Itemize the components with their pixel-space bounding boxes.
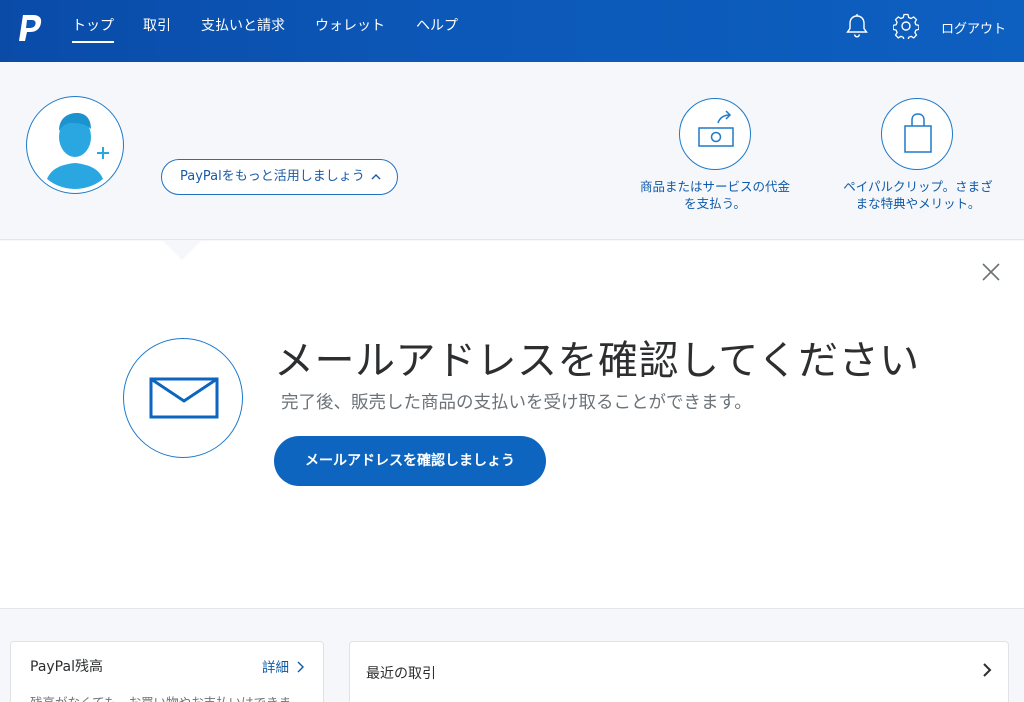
pay-for-goods-button[interactable]: [679, 98, 751, 170]
pay-for-goods-label-line2: を支払う。: [684, 196, 746, 211]
confirm-email-headline: メールアドレスを確認してください: [274, 338, 920, 384]
envelope-icon: [149, 377, 219, 419]
promo-button[interactable]: PayPalをもっと活用しましょう: [161, 159, 398, 195]
recent-transactions-panel[interactable]: [349, 641, 1009, 702]
paypal-clip-label-line2: まな特典やメリット。: [855, 196, 981, 211]
close-icon[interactable]: [980, 261, 1002, 283]
balance-panel-text: 残高がなくても、お買い物やお支払いはできま...: [30, 692, 303, 702]
bell-icon[interactable]: [845, 13, 869, 39]
promo-button-label: PayPalをもっと活用しましょう: [180, 169, 365, 184]
logout-link[interactable]: ログアウト: [941, 18, 1006, 37]
nav-tab-transactions[interactable]: 取引: [143, 17, 171, 35]
gear-icon[interactable]: [893, 13, 919, 39]
paypal-clip-label-line1: ペイパルクリップ。さまざ: [843, 179, 993, 194]
plus-icon: [97, 147, 109, 159]
email-envelope-badge: [123, 338, 243, 458]
header-band: [0, 62, 1024, 240]
confirm-email-button[interactable]: メールアドレスを確認しましょう: [274, 436, 546, 486]
shopping-bag-icon: [904, 113, 932, 153]
top-nav: トップ 取引 支払いと請求 ウォレット ヘルプ ログアウト: [0, 0, 1024, 62]
chevron-up-icon: [371, 174, 381, 180]
chevron-right-icon: [297, 661, 305, 673]
card-pointer: [162, 240, 202, 260]
recent-transactions-title: 最近の取引: [366, 666, 436, 682]
paypal-clip-button[interactable]: [881, 98, 953, 170]
pay-for-goods-label[interactable]: 商品またはサービスの代金 を支払う。: [625, 178, 805, 212]
paypal-logo-icon[interactable]: [16, 13, 44, 43]
pay-for-goods-label-line1: 商品またはサービスの代金: [639, 179, 790, 194]
nav-tab-wallet[interactable]: ウォレット: [315, 17, 385, 35]
balance-panel-title: PayPal残高: [30, 659, 103, 675]
balance-details-label: 詳細: [262, 660, 289, 676]
money-send-icon: [698, 110, 734, 147]
avatar[interactable]: [26, 96, 124, 194]
confirm-email-subtext: 完了後、販売した商品の支払いを受け取ることができます。: [281, 393, 752, 413]
nav-tab-payments[interactable]: 支払いと請求: [201, 17, 285, 35]
balance-details-link[interactable]: 詳細: [262, 656, 305, 676]
paypal-clip-label[interactable]: ペイパルクリップ。さまざ まな特典やメリット。: [828, 178, 1008, 212]
nav-tab-top[interactable]: トップ: [72, 17, 114, 43]
nav-tab-help[interactable]: ヘルプ: [416, 17, 458, 35]
chevron-right-icon[interactable]: [982, 662, 992, 678]
